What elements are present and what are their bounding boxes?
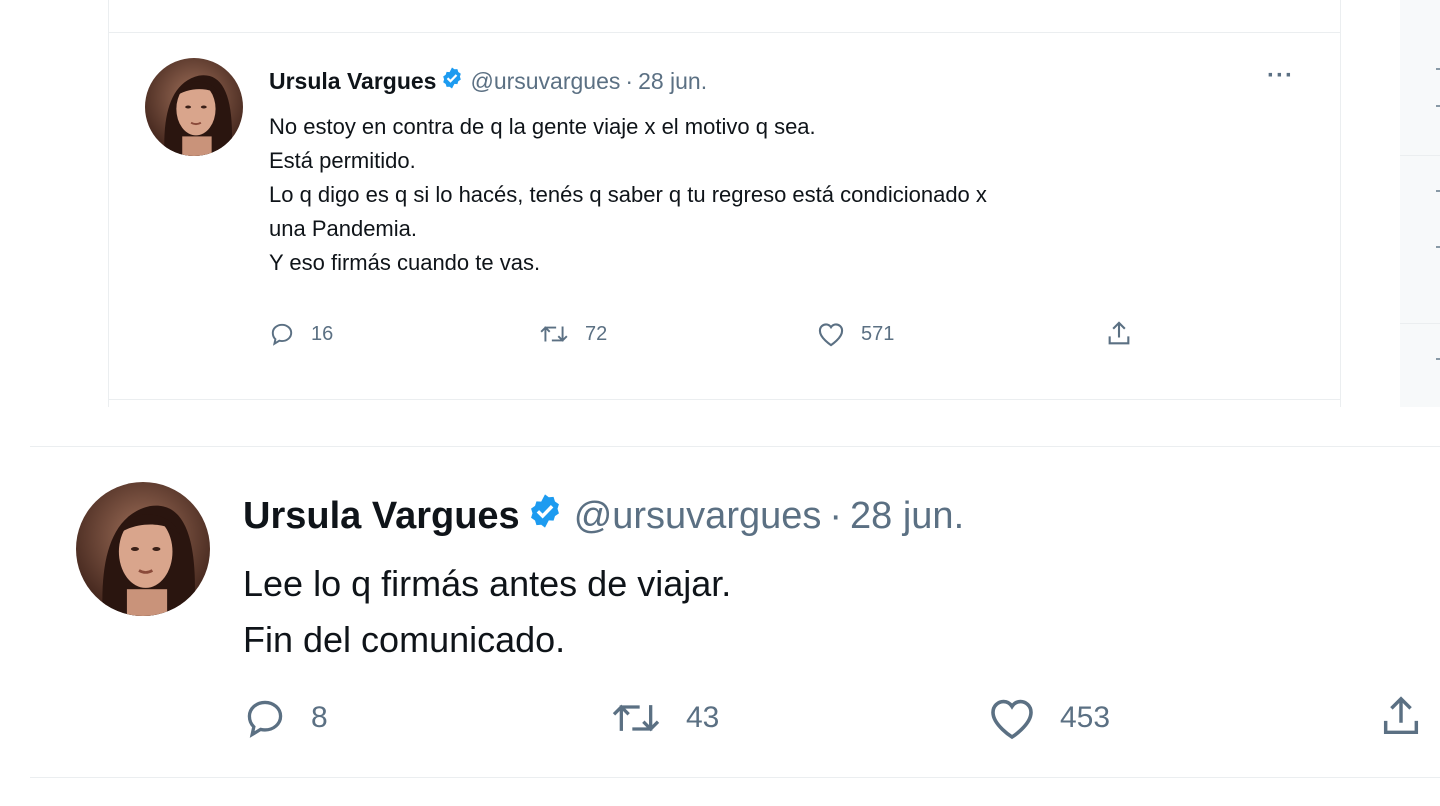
- share-icon: [1383, 696, 1419, 735]
- share-icon: [1108, 321, 1130, 345]
- retweet-count: 43: [686, 701, 720, 734]
- tweet-text: Lee lo q firmás antes de viajar. Fin del…: [243, 563, 732, 660]
- sidebar-text-fragment: [1436, 246, 1440, 248]
- tweet-header: Ursula Vargues @ursuvargues · 28 jun.: [243, 492, 964, 540]
- retweet-count: 72: [585, 322, 608, 345]
- retweet-icon: [612, 704, 660, 732]
- sidebar-text-fragment: [1436, 358, 1440, 360]
- heart-icon: [818, 323, 844, 347]
- divider: [1400, 155, 1440, 156]
- sidebar-text-fragment: [1436, 190, 1440, 192]
- separator: ·: [829, 494, 843, 537]
- heart-icon: [991, 699, 1033, 740]
- avatar-photo-icon: [76, 482, 210, 616]
- avatar[interactable]: [145, 58, 243, 156]
- divider: [30, 446, 1440, 447]
- reply-icon: [247, 700, 283, 738]
- divider: [109, 399, 1340, 400]
- retweet-button[interactable]: 72: [539, 321, 607, 347]
- avatar[interactable]: [76, 482, 210, 616]
- like-count: 571: [861, 322, 895, 345]
- divider: [30, 777, 1440, 778]
- reply-icon: [271, 323, 293, 346]
- like-button[interactable]: 571: [817, 321, 894, 347]
- share-button[interactable]: [1378, 694, 1424, 740]
- user-handle[interactable]: @ursuvargues: [470, 68, 620, 95]
- divider: [109, 32, 1340, 33]
- more-options-icon[interactable]: ···: [1267, 62, 1294, 90]
- tweet-date[interactable]: 28 jun.: [638, 68, 707, 95]
- tweet-header: Ursula Vargues @ursuvargues · 28 jun.: [269, 66, 707, 96]
- share-button[interactable]: [1105, 320, 1133, 348]
- tweet-card[interactable]: Ursula Vargues @ursuvargues · 28 jun. ··…: [108, 0, 1341, 407]
- reply-count: 8: [311, 701, 328, 734]
- reply-count: 16: [311, 322, 334, 345]
- reply-button[interactable]: 16: [269, 321, 333, 347]
- tweet-card[interactable]: [30, 410, 1440, 806]
- reply-button[interactable]: 8: [243, 696, 328, 740]
- sidebar-text-fragment: [1436, 68, 1440, 70]
- sidebar-panel: [1400, 0, 1440, 407]
- separator: ·: [625, 67, 634, 94]
- verified-badge-icon: [440, 66, 464, 96]
- avatar-photo-icon: [145, 58, 243, 156]
- retweet-icon: [540, 326, 568, 342]
- like-button[interactable]: 453: [988, 696, 1110, 740]
- like-count: 453: [1060, 701, 1111, 734]
- verified-badge-icon: [526, 492, 564, 540]
- user-name[interactable]: Ursula Vargues: [269, 68, 436, 95]
- user-name[interactable]: Ursula Vargues: [243, 495, 520, 538]
- user-handle[interactable]: @ursuvargues: [574, 495, 822, 538]
- retweet-button[interactable]: 43: [610, 696, 719, 740]
- tweet-text: No estoy en contra de q la gente viaje x…: [269, 114, 987, 275]
- divider: [1400, 323, 1440, 324]
- sidebar-text-fragment: [1436, 105, 1440, 107]
- tweet-date[interactable]: 28 jun.: [850, 495, 964, 538]
